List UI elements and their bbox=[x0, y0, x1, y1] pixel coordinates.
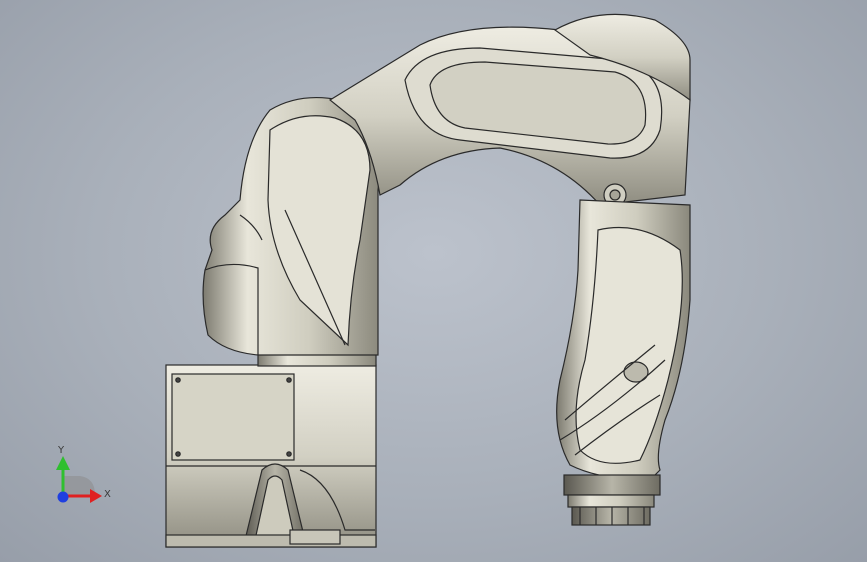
y-axis-label: Y bbox=[57, 445, 65, 456]
robot-base bbox=[165, 364, 377, 548]
coordinate-triad: Y X bbox=[56, 445, 111, 503]
robot-forearm bbox=[556, 199, 691, 481]
robot-arm-model[interactable]: Y X bbox=[0, 0, 867, 562]
x-axis-arrow bbox=[90, 489, 102, 503]
y-axis-arrow bbox=[56, 456, 70, 470]
z-axis-dot bbox=[57, 491, 69, 503]
robot-shoulder bbox=[202, 96, 382, 356]
robot-wrist-flange bbox=[563, 474, 661, 526]
x-axis-label: X bbox=[104, 489, 111, 500]
cad-graphics-area[interactable]: Y X bbox=[0, 0, 867, 562]
